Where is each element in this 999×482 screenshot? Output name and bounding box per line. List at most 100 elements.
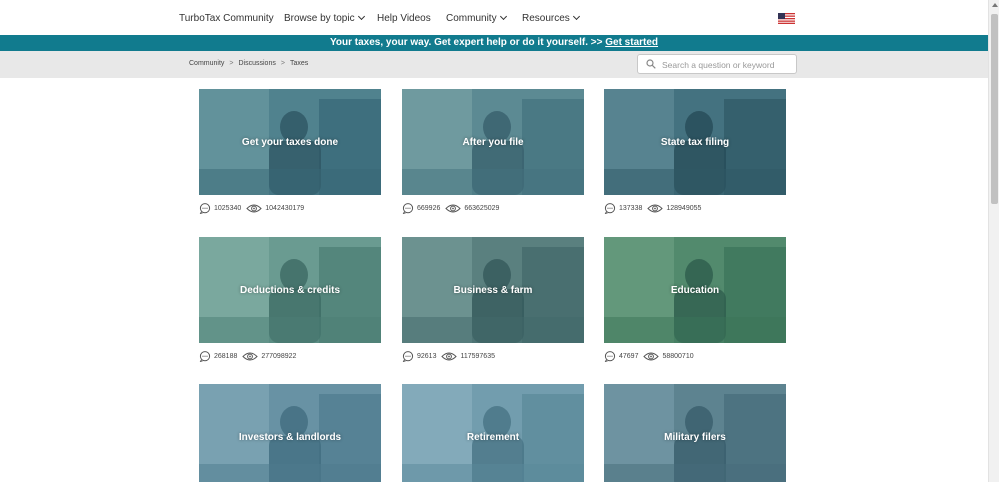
chat-bubble-icon	[604, 203, 616, 214]
views-stat: 1042430179	[246, 203, 304, 214]
replies-count: 47697	[619, 353, 639, 360]
nav-help-videos[interactable]: Help Videos	[377, 13, 431, 24]
breadcrumb-bar: Community > Discussions > Taxes Search a que…	[0, 51, 988, 78]
views-count: 663625029	[464, 205, 500, 212]
nav-label: Help Videos	[377, 13, 431, 24]
brand-link[interactable]: TurboTax Community	[179, 13, 274, 24]
eye-icon	[246, 204, 262, 213]
topic-title[interactable]: Military filers	[604, 384, 786, 482]
topic-title[interactable]: Get your taxes done	[199, 89, 381, 195]
topic-title[interactable]: Retirement	[402, 384, 584, 482]
views-stat: 128949055	[647, 203, 701, 214]
topic-title[interactable]: Business & farm	[402, 237, 584, 343]
eye-icon	[445, 204, 462, 213]
nav-label: Browse by topic	[284, 13, 355, 24]
chat-bubble-icon	[199, 351, 211, 362]
views-count: 58800710	[662, 353, 694, 360]
topic-image[interactable]: Get your taxes done	[199, 89, 381, 195]
topic-card[interactable]: Deductions & credits 268188 277098922	[199, 237, 381, 362]
breadcrumb-community[interactable]: Community	[189, 60, 224, 67]
page: TurboTax Community Browse by topic Help …	[0, 0, 999, 482]
breadcrumb-discussions[interactable]: Discussions	[239, 60, 276, 67]
topic-card[interactable]: After you file 669926 663625029	[402, 89, 584, 214]
eye-icon	[441, 352, 458, 361]
chevron-down-icon	[572, 12, 580, 21]
promo-banner: Your taxes, your way. Get expert help or…	[0, 35, 988, 51]
topic-image[interactable]: After you file	[402, 89, 584, 195]
topic-title[interactable]: After you file	[402, 89, 584, 195]
breadcrumb-separator: >	[280, 60, 285, 67]
topic-image[interactable]: Retirement	[402, 384, 584, 482]
topic-stats: 268188 277098922	[199, 351, 301, 365]
topic-title[interactable]: Investors & landlords	[199, 384, 381, 482]
replies-stat: 137338	[604, 203, 642, 214]
views-count: 277098922	[261, 353, 297, 360]
topic-card[interactable]: Investors & landlords	[199, 384, 381, 482]
scroll-up-icon[interactable]	[992, 3, 998, 7]
views-stat: 277098922	[242, 351, 296, 362]
search-icon	[646, 59, 656, 69]
chevron-down-icon	[499, 12, 507, 21]
topic-card[interactable]: State tax filing 137338 128949055	[604, 89, 786, 214]
chat-bubble-icon	[199, 203, 211, 214]
topic-stats: 47697 58800710	[604, 351, 699, 365]
topic-image[interactable]: Deductions & credits	[199, 237, 381, 343]
search-input[interactable]: Search a question or keyword	[637, 54, 797, 74]
nav-label: Community	[446, 13, 497, 24]
views-stat: 58800710	[643, 351, 694, 362]
views-count: 1042430179	[265, 205, 305, 212]
eye-icon	[242, 352, 259, 361]
views-count: 128949055	[666, 205, 702, 212]
topic-image[interactable]: Military filers	[604, 384, 786, 482]
replies-stat: 47697	[604, 351, 638, 362]
search-placeholder: Search a question or keyword	[662, 60, 775, 70]
topic-card[interactable]: Retirement	[402, 384, 584, 482]
replies-count: 669926	[417, 205, 441, 212]
topic-card[interactable]: Get your taxes done 1025340 1042430179	[199, 89, 381, 214]
replies-stat: 1025340	[199, 203, 241, 214]
views-count: 117597635	[460, 353, 495, 360]
topic-title[interactable]: State tax filing	[604, 89, 786, 195]
promo-text: Your taxes, your way. Get expert help or…	[329, 37, 606, 48]
replies-count: 1025340	[214, 205, 242, 212]
topic-image[interactable]: Education	[604, 237, 786, 343]
topic-stats: 92613 117597635	[402, 351, 500, 365]
topic-card[interactable]: Military filers	[604, 384, 786, 482]
replies-count: 268188	[214, 353, 238, 360]
views-stat: 117597635	[441, 351, 495, 362]
get-started-link[interactable]: Get started	[605, 37, 658, 48]
topic-stats: 137338 128949055	[604, 203, 706, 217]
nav-community[interactable]: Community	[446, 12, 507, 24]
topic-card[interactable]: Education 47697 58800710	[604, 237, 786, 362]
chevron-down-icon	[357, 12, 365, 21]
us-flag-icon[interactable]	[778, 13, 795, 24]
replies-count: 92613	[417, 353, 437, 360]
replies-stat: 92613	[402, 351, 436, 362]
breadcrumb-separator: >	[229, 60, 234, 67]
breadcrumb-taxes: Taxes	[289, 60, 309, 67]
scrollbar-thumb[interactable]	[991, 14, 998, 204]
replies-stat: 669926	[402, 203, 440, 214]
topic-image[interactable]: Investors & landlords	[199, 384, 381, 482]
replies-count: 137338	[619, 205, 643, 212]
topic-title[interactable]: Education	[604, 237, 786, 343]
chat-bubble-icon	[402, 203, 414, 214]
breadcrumb: Community > Discussions > Taxes	[189, 60, 308, 67]
nav-label: Resources	[522, 13, 570, 24]
views-stat: 663625029	[445, 203, 499, 214]
eye-icon	[643, 352, 660, 361]
topic-image[interactable]: State tax filing	[604, 89, 786, 195]
chat-bubble-icon	[402, 351, 414, 362]
topic-stats: 669926 663625029	[402, 203, 504, 217]
topic-image[interactable]: Business & farm	[402, 237, 584, 343]
replies-stat: 268188	[199, 351, 237, 362]
topic-stats: 1025340 1042430179	[199, 203, 309, 217]
nav-resources[interactable]: Resources	[522, 12, 580, 24]
topic-title[interactable]: Deductions & credits	[199, 237, 381, 343]
scrollbar[interactable]	[988, 0, 999, 482]
topic-card[interactable]: Business & farm 92613 117597635	[402, 237, 584, 362]
eye-icon	[647, 204, 664, 213]
top-nav: TurboTax Community Browse by topic Help …	[0, 0, 999, 35]
chat-bubble-icon	[604, 351, 616, 362]
nav-browse-by-topic[interactable]: Browse by topic	[284, 12, 365, 24]
